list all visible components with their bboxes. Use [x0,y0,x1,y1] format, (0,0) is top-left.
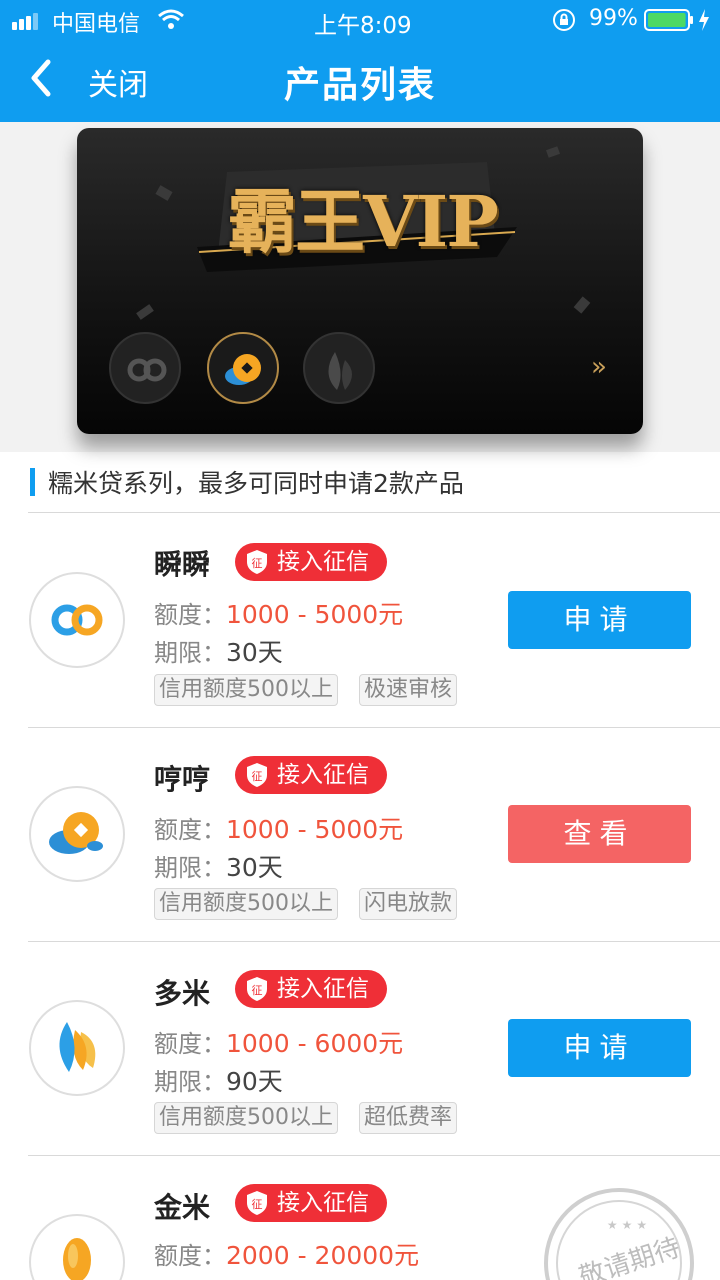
rotation-lock-icon [553,9,575,31]
charging-icon [699,9,709,31]
product-name: 金米 [154,1191,211,1224]
term-label: 期限： [154,639,226,667]
decor-shard [545,146,561,158]
feature-tag: 信用额度500以上 [154,674,338,706]
credit-badge-label: 接入征信 [277,762,369,788]
amount-line: 额度：1000 - 5000元 [154,810,403,846]
shield-icon: 征 [247,1191,267,1215]
product-row[interactable]: 多米 征 接入征信 额度：1000 - 6000元 期限：90天 信用额度500… [0,942,720,1156]
banner-petal-icon[interactable] [303,332,375,404]
section-accent-bar [30,468,35,496]
banner-next-icon[interactable]: » [591,352,607,382]
credit-badge: 征 接入征信 [235,543,387,581]
credit-badge-label: 接入征信 [277,976,369,1002]
term-line: 期限：30天 [154,633,283,669]
clock: 上午8:09 [314,13,412,39]
credit-badge: 征 接入征信 [235,970,387,1008]
term-label: 期限： [154,1068,226,1096]
amount-label: 额度： [154,1242,226,1270]
term-value: 30天 [226,638,283,667]
amount-line: 额度：1000 - 6000元 [154,1024,403,1060]
amount-label: 额度： [154,1030,226,1058]
svg-text:征: 征 [252,984,263,997]
banner-area: 霸王VIP » [0,122,720,452]
product-name: 哼哼 [154,763,211,796]
apply-button[interactable]: 申请 [508,591,691,649]
banner-infinity-icon[interactable] [109,332,181,404]
amount-value: 1000 - 5000元 [226,600,404,629]
amount-line: 额度：2000 - 20000元 [154,1236,419,1272]
term-line: 期限：30天 [154,848,283,884]
term-label: 期限： [154,854,226,882]
banner-coin-icon[interactable] [207,332,279,404]
feature-tag: 信用额度500以上 [154,888,338,920]
grain-logo-icon [29,1214,125,1280]
credit-badge: 征 接入征信 [235,1184,387,1222]
banner-title: 霸王VIP [227,180,499,263]
term-value: 30天 [226,853,283,882]
svg-text:征: 征 [252,557,263,570]
product-row[interactable]: 哼哼 征 接入征信 额度：1000 - 5000元 期限：30天 信用额度500… [0,728,720,942]
petal-logo-icon [29,1000,125,1096]
shield-icon: 征 [247,763,267,787]
apply-button[interactable]: 申请 [508,1019,691,1077]
product-name: 多米 [154,977,211,1010]
credit-badge: 征 接入征信 [235,756,387,794]
shield-icon: 征 [247,550,267,574]
shield-icon: 征 [247,977,267,1001]
amount-line: 额度：1000 - 5000元 [154,595,403,631]
top-bar: 中国电信 上午8:09 99% 关闭 产品列表 [0,0,720,122]
amount-value: 2000 - 20000元 [226,1241,420,1270]
battery-percent: 99% [589,6,638,31]
feature-tag: 超低费率 [359,1102,458,1134]
wifi-icon [158,9,184,29]
decor-shard [155,185,173,201]
status-bar: 中国电信 上午8:09 99% [0,0,720,40]
feature-tag: 极速审核 [359,674,458,706]
page-title: 产品列表 [283,65,436,106]
decor-shard [573,296,591,314]
feature-tag: 闪电放款 [359,888,458,920]
amount-value: 1000 - 6000元 [226,1029,404,1058]
amount-value: 1000 - 5000元 [226,815,404,844]
amount-label: 额度： [154,816,226,844]
view-button[interactable]: 查看 [508,805,691,863]
vip-banner[interactable]: 霸王VIP » [77,128,643,434]
coin-logo-icon [29,786,125,882]
term-value: 90天 [226,1067,283,1096]
section-title: 糯米贷系列，最多可同时申请2款产品 [48,469,464,498]
signal-icon [12,13,38,30]
stamp-ring: ★★★ 敬请期待 [556,1200,684,1280]
feature-tag: 信用额度500以上 [154,1102,338,1134]
svg-text:征: 征 [252,1198,263,1211]
carrier-name: 中国电信 [52,12,141,37]
amount-label: 额度： [154,601,226,629]
product-row[interactable]: 瞬瞬 征 接入征信 额度：1000 - 5000元 期限：30天 信用额度500… [0,513,720,727]
credit-badge-label: 接入征信 [277,1190,369,1216]
svg-text:征: 征 [252,770,263,783]
decor-shard [136,304,154,320]
product-name: 瞬瞬 [154,548,211,581]
infinity-logo-icon [29,572,125,668]
credit-badge-label: 接入征信 [277,549,369,575]
term-line: 期限：90天 [154,1062,283,1098]
battery-icon [644,9,693,31]
